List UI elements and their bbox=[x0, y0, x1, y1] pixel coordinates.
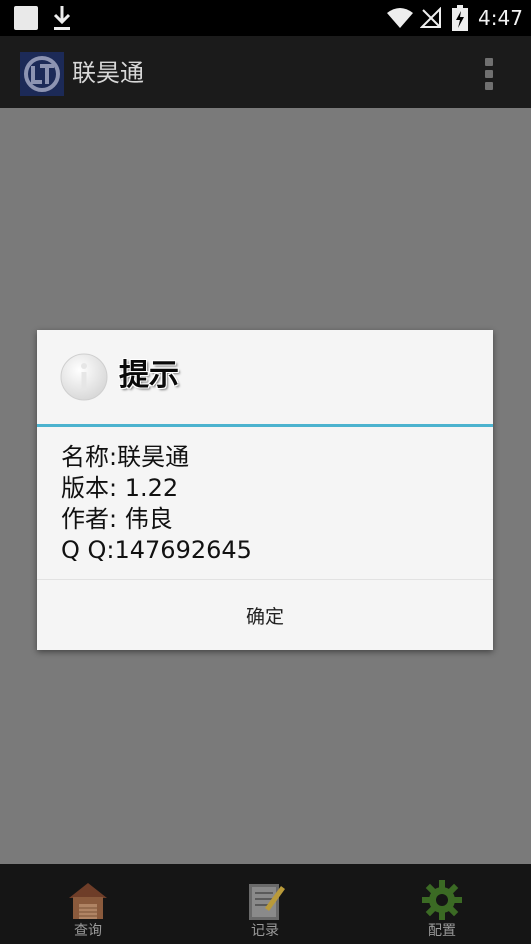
house-icon bbox=[69, 883, 107, 919]
download-icon bbox=[53, 6, 71, 30]
overflow-menu-icon[interactable] bbox=[480, 56, 500, 92]
dialog-message: 名称:联昊通 版本: 1.22 作者: 伟良 Q Q:147692645 bbox=[61, 442, 481, 566]
status-bar: 4:47 bbox=[0, 0, 531, 36]
notification-square-icon bbox=[14, 6, 38, 30]
dialog-title: 提示 bbox=[119, 358, 179, 393]
qq-line: Q Q:147692645 bbox=[61, 536, 252, 564]
status-time: 4:47 bbox=[478, 6, 523, 30]
ok-button[interactable]: 确定 bbox=[37, 580, 493, 650]
tab-label: 记录 bbox=[251, 923, 279, 939]
notepad-icon bbox=[249, 884, 285, 920]
dialog-title-divider bbox=[37, 424, 493, 427]
no-signal-icon bbox=[420, 7, 441, 28]
author-line: 作者: 伟良 bbox=[61, 505, 173, 533]
tab-label: 查询 bbox=[74, 923, 102, 939]
battery-charging-icon bbox=[452, 5, 468, 31]
tab-records[interactable]: 记录 bbox=[205, 864, 325, 944]
app-title: 联昊通 bbox=[72, 59, 144, 87]
app-bar: 联昊通 bbox=[0, 36, 531, 108]
bottom-tab-bar: 查询 记录 配置 bbox=[0, 864, 531, 944]
tab-config[interactable]: 配置 bbox=[382, 864, 502, 944]
version-line: 版本: 1.22 bbox=[61, 474, 179, 502]
tab-label: 配置 bbox=[428, 923, 456, 939]
about-dialog: 提示 名称:联昊通 版本: 1.22 作者: 伟良 Q Q:147692645 … bbox=[37, 330, 493, 650]
dialog-header: 提示 bbox=[37, 330, 493, 424]
app-name-line: 名称:联昊通 bbox=[61, 443, 190, 471]
info-icon bbox=[60, 353, 108, 401]
app-logo-icon bbox=[20, 52, 64, 96]
screen: 4:47 联昊通 查询 记录 配置 提示 名称:联昊通 版本: 1.22 作者:… bbox=[0, 0, 531, 944]
tab-query[interactable]: 查询 bbox=[28, 864, 148, 944]
gear-icon bbox=[422, 880, 462, 920]
wifi-icon bbox=[387, 8, 413, 28]
